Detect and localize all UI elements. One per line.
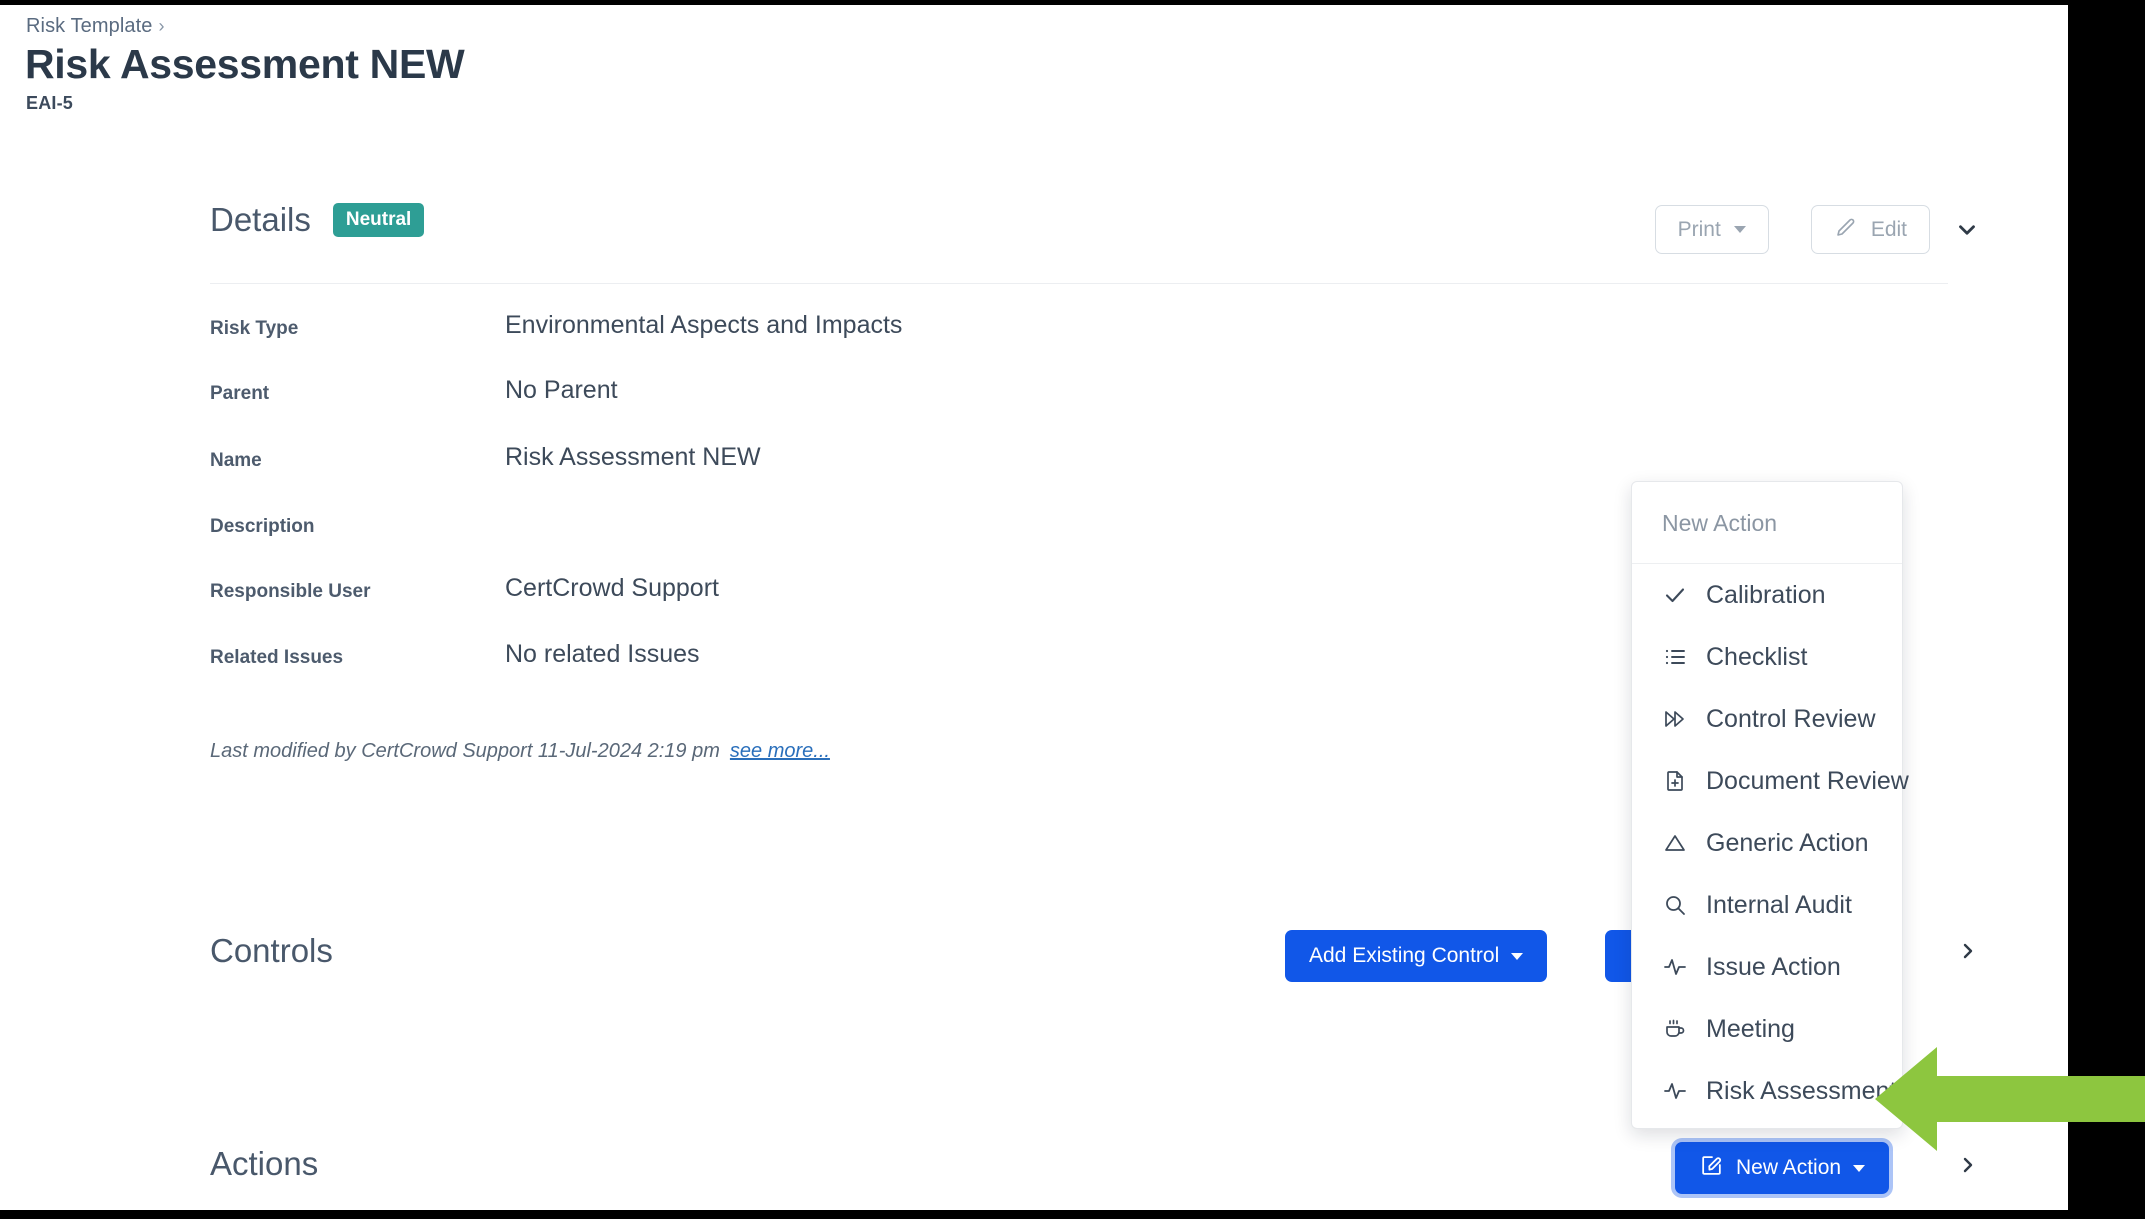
controls-section-chevron-right-icon[interactable] xyxy=(1956,939,1980,963)
field-value: No related Issues xyxy=(505,640,700,668)
dropdown-menu-header: New Action xyxy=(1632,482,1902,564)
details-section-title: Details xyxy=(210,201,311,238)
list-icon xyxy=(1662,644,1688,670)
fast-forward-icon xyxy=(1662,706,1688,732)
menu-item-label: Document Review xyxy=(1706,766,1909,795)
new-action-dropdown-menu: New Action Calibration Checklist Control… xyxy=(1631,481,1909,1129)
breadcrumb-item-risk-template[interactable]: Risk Template xyxy=(26,15,153,37)
see-more-link[interactable]: see more... xyxy=(730,740,830,762)
compose-icon xyxy=(1699,1153,1724,1184)
menu-item-meeting[interactable]: Meeting xyxy=(1632,998,1902,1060)
menu-item-label: Internal Audit xyxy=(1706,890,1852,919)
last-modified-text: Last modified by CertCrowd Support 11-Ju… xyxy=(210,740,830,763)
menu-item-label: Generic Action xyxy=(1706,828,1869,857)
field-label: Related Issues xyxy=(210,647,344,668)
edit-button-label: Edit xyxy=(1870,217,1907,241)
field-label: Description xyxy=(210,516,315,537)
coffee-cup-icon xyxy=(1662,1016,1688,1042)
add-existing-control-label: Add Existing Control xyxy=(1309,944,1500,967)
search-icon xyxy=(1662,892,1688,918)
actions-section-title: Actions xyxy=(210,1145,319,1182)
field-label: Parent xyxy=(210,383,270,404)
triangle-icon xyxy=(1662,830,1688,856)
menu-item-calibration[interactable]: Calibration xyxy=(1632,564,1902,626)
details-divider xyxy=(210,283,1948,284)
menu-item-issue-action[interactable]: Issue Action xyxy=(1632,936,1902,998)
details-header: Details Neutral xyxy=(210,201,425,239)
field-value: Environmental Aspects and Impacts xyxy=(505,311,903,339)
chevron-down-icon xyxy=(1853,1164,1866,1172)
print-button-label: Print xyxy=(1677,217,1721,241)
browser-page: Risk Template › Risk Assessment NEW EAI-5… xyxy=(0,5,2068,1210)
field-value: Risk Assessment NEW xyxy=(505,443,761,471)
field-label: Risk Type xyxy=(210,318,299,339)
menu-item-label: Risk Assessment xyxy=(1706,1076,1897,1105)
breadcrumb[interactable]: Risk Template › xyxy=(26,15,165,38)
field-value: No Parent xyxy=(505,376,618,404)
menu-item-label: Meeting xyxy=(1706,1014,1795,1043)
last-modified-label: Last modified by CertCrowd Support 11-Ju… xyxy=(210,740,720,762)
pencil-icon xyxy=(1834,215,1858,245)
menu-item-checklist[interactable]: Checklist xyxy=(1632,626,1902,688)
menu-item-label: Calibration xyxy=(1706,580,1826,609)
menu-item-risk-assessment[interactable]: Risk Assessment xyxy=(1632,1060,1902,1122)
document-plus-icon xyxy=(1662,768,1688,794)
print-button[interactable]: Print xyxy=(1654,205,1769,254)
menu-item-label: Checklist xyxy=(1706,642,1808,671)
page-title: Risk Assessment NEW xyxy=(25,41,465,87)
details-action-buttons: Print Edit xyxy=(1654,205,1930,254)
new-action-button[interactable]: New Action xyxy=(1675,1142,1890,1194)
field-label: Responsible User xyxy=(210,581,371,602)
add-existing-control-button[interactable]: Add Existing Control xyxy=(1285,930,1548,982)
field-label: Name xyxy=(210,450,262,471)
collapse-details-chevron-down-icon[interactable] xyxy=(1954,217,1980,243)
menu-item-control-review[interactable]: Control Review xyxy=(1632,688,1902,750)
menu-item-document-review[interactable]: Document Review xyxy=(1632,750,1909,812)
breadcrumb-separator-icon: › xyxy=(158,16,165,36)
pulse-icon xyxy=(1662,954,1688,980)
actions-section-chevron-right-icon[interactable] xyxy=(1956,1153,1980,1177)
menu-item-generic-action[interactable]: Generic Action xyxy=(1632,812,1902,874)
annotation-arrow-icon xyxy=(1875,1047,2145,1151)
chevron-down-icon xyxy=(1733,226,1746,233)
new-action-button-label: New Action xyxy=(1736,1156,1842,1179)
page-subtitle-code: EAI-5 xyxy=(26,93,74,113)
field-value: CertCrowd Support xyxy=(505,574,719,602)
screenshot-canvas: Risk Template › Risk Assessment NEW EAI-5… xyxy=(0,0,2145,1219)
controls-section-title: Controls xyxy=(210,932,333,969)
menu-item-internal-audit[interactable]: Internal Audit xyxy=(1632,874,1902,936)
chevron-down-icon xyxy=(1511,952,1524,960)
menu-item-label: Issue Action xyxy=(1706,952,1841,981)
edit-button[interactable]: Edit xyxy=(1810,205,1930,254)
menu-item-label: Control Review xyxy=(1706,704,1876,733)
check-icon xyxy=(1662,582,1688,608)
status-badge: Neutral xyxy=(332,203,425,237)
pulse-icon xyxy=(1662,1078,1688,1104)
